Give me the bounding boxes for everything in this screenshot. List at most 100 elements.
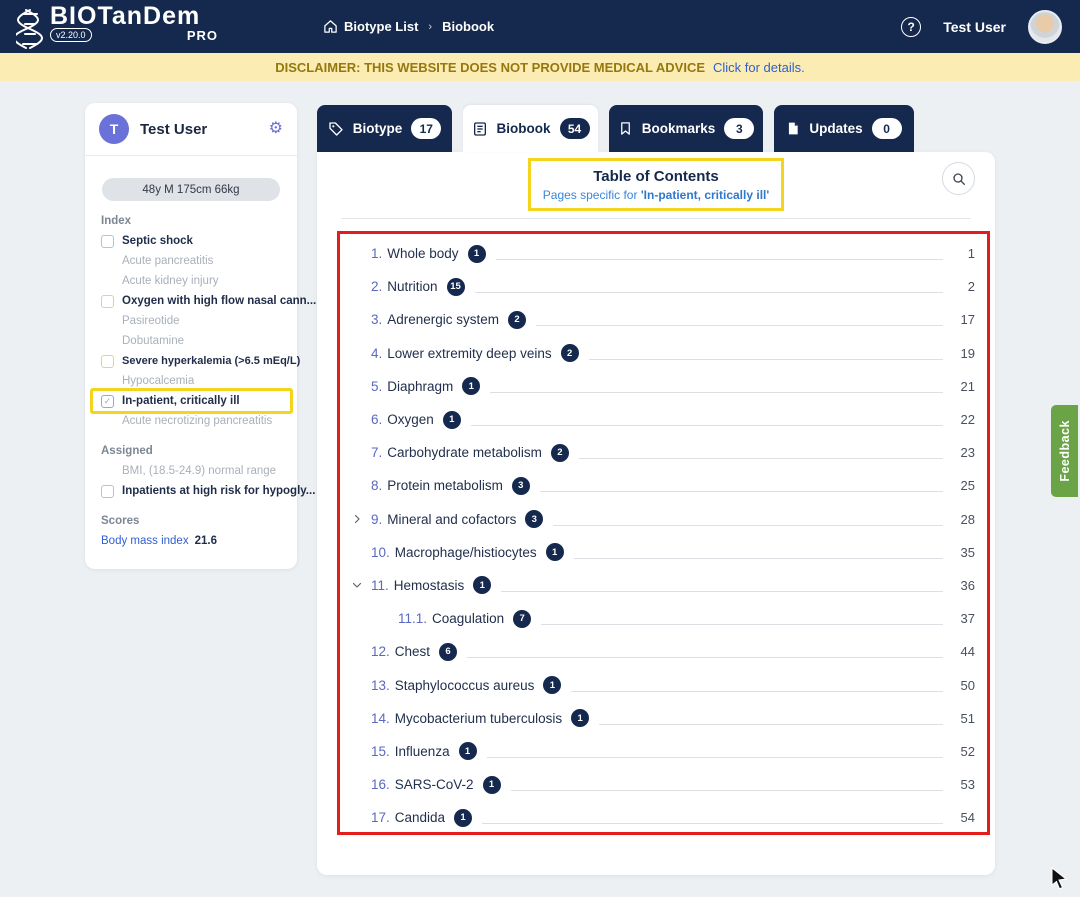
toc-row-carbohydrate-metabolism[interactable]: 7. Carbohydrate metabolism 2 23 (350, 436, 975, 469)
tag-icon (329, 121, 343, 136)
index-section-label: Index (101, 215, 132, 227)
breadcrumb-separator: › (428, 20, 433, 33)
assigned-item-inpatients-hypoglycemia[interactable]: Inpatients at high risk for hypogly... (85, 481, 315, 501)
page-number: 36 (960, 577, 975, 593)
tab-count-badge: 3 (724, 118, 755, 139)
toc-row-influenza[interactable]: 15. Influenza 1 52 (350, 735, 975, 768)
file-icon (789, 122, 799, 135)
toc-row-mineral-and-cofactors[interactable]: 9. Mineral and cofactors 3 28 (350, 503, 975, 536)
count-badge: 2 (508, 310, 527, 329)
brand-name: BIOTanDem (50, 1, 201, 30)
toc-row-coagulation[interactable]: 11.1. Coagulation 7 37 (350, 602, 975, 635)
toc-row-chest[interactable]: 12. Chest 6 44 (350, 635, 975, 668)
sidebar-user-name: Test User (140, 120, 208, 138)
toc-annotation-box: 1. Whole body 1 1 2. Nutrition 15 2 3. A… (337, 231, 990, 835)
toc-row-adrenergic-system[interactable]: 3. Adrenergic system 2 17 (350, 303, 975, 336)
toc-row-nutrition[interactable]: 2. Nutrition 15 2 (350, 270, 975, 303)
help-button[interactable]: ? (901, 16, 922, 37)
index-item-inpatient-critically-ill[interactable]: ✓ In-patient, critically ill (85, 388, 297, 414)
tab-updates[interactable]: Updates 0 (774, 105, 914, 152)
toc-row-mycobacterium-tuberculosis[interactable]: 14. Mycobacterium tuberculosis 1 51 (350, 702, 975, 735)
breadcrumb-current[interactable]: Biobook (442, 19, 494, 34)
patient-summary-pill[interactable]: 48y M 175cm 66kg (102, 178, 280, 201)
disclaimer-details-link[interactable]: Click for details. (713, 60, 805, 75)
dot-leader (578, 458, 943, 460)
index-item-acute-necrotizing-pancreatitis[interactable]: Acute necrotizing pancreatitis (85, 411, 297, 431)
search-button[interactable] (942, 162, 975, 195)
chevron-down-icon[interactable] (351, 579, 363, 591)
checkbox-checked[interactable]: ✓ (101, 394, 114, 408)
dot-leader (553, 524, 943, 526)
index-item-acute-kidney-injury[interactable]: Acute kidney injury (85, 271, 297, 291)
brand-logo[interactable]: BIOTanDem v2.20.0 PRO (16, 1, 218, 50)
chevron-right-icon[interactable] (351, 513, 363, 525)
page-number: 22 (960, 412, 975, 428)
disclaimer-text: DISCLAIMER: THIS WEBSITE DOES NOT PROVID… (275, 59, 705, 75)
checkbox[interactable] (101, 484, 114, 498)
toc-row-diaphragm[interactable]: 5. Diaphragm 1 21 (350, 370, 975, 403)
page-number: 28 (960, 511, 975, 527)
toc-row-sars-cov-2[interactable]: 16. SARS-CoV-2 1 53 (350, 768, 975, 801)
toc-row-macrophage-histiocytes[interactable]: 10. Macrophage/histiocytes 1 35 (350, 536, 975, 569)
tab-bookmarks[interactable]: Bookmarks 3 (609, 105, 763, 152)
index-item-pasireotide[interactable]: Pasireotide (85, 311, 297, 331)
index-item-acute-pancreatitis[interactable]: Acute pancreatitis (85, 251, 297, 271)
page-number: 52 (960, 743, 975, 759)
index-item-oxygen-hfnc[interactable]: Oxygen with high flow nasal cann... (85, 291, 316, 311)
settings-gear-icon[interactable]: ⚙ (269, 121, 283, 137)
count-badge: 7 (513, 609, 532, 628)
page-number: 25 (960, 478, 975, 494)
toc-row-hemostasis[interactable]: 11. Hemostasis 1 36 (350, 569, 975, 602)
toc-row-oxygen[interactable]: 6. Oxygen 1 22 (350, 403, 975, 436)
disclaimer-banner: DISCLAIMER: THIS WEBSITE DOES NOT PROVID… (0, 53, 1080, 81)
index-item-hypocalcemia[interactable]: Hypocalcemia (85, 371, 297, 391)
toc-title: Table of Contents (593, 167, 719, 185)
count-badge: 1 (442, 410, 461, 429)
dot-leader (474, 292, 943, 294)
sidebar-avatar: T (99, 114, 129, 144)
page-number: 54 (960, 810, 975, 826)
tab-count-badge: 54 (559, 118, 590, 139)
dot-leader (495, 259, 943, 261)
tab-biobook[interactable]: Biobook 54 (463, 105, 598, 152)
count-badge: 1 (473, 576, 492, 595)
dot-leader (573, 557, 943, 559)
toc-row-lower-extremity-deep-veins[interactable]: 4. Lower extremity deep veins 2 19 (350, 337, 975, 370)
toc-row-whole-body[interactable]: 1. Whole body 1 1 (350, 237, 975, 270)
page-number: 53 (960, 777, 975, 793)
index-item-dobutamine[interactable]: Dobutamine (85, 331, 297, 351)
toc-row-candida[interactable]: 17. Candida 1 54 (350, 801, 975, 834)
search-icon (952, 172, 965, 185)
dot-leader (467, 657, 943, 659)
checkbox[interactable] (101, 234, 114, 248)
dot-leader (490, 391, 943, 393)
tab-biotype[interactable]: Biotype 17 (317, 105, 452, 152)
top-navbar: BIOTanDem v2.20.0 PRO Biotype List › Bio… (0, 0, 1080, 53)
user-avatar[interactable] (1028, 9, 1062, 44)
dot-leader (501, 590, 943, 592)
page-number: 37 (960, 611, 975, 627)
dot-leader (482, 823, 943, 825)
page-number: 21 (960, 378, 975, 394)
breadcrumb-home-link[interactable]: Biotype List (323, 19, 418, 34)
index-item-severe-hyperkalemia[interactable]: Severe hyperkalemia (>6.5 mEq/L) (85, 351, 300, 371)
navbar-user-name[interactable]: Test User (943, 19, 1006, 35)
count-badge: 1 (462, 377, 481, 396)
score-link[interactable]: Body mass index (101, 535, 189, 547)
count-badge: 6 (439, 642, 458, 661)
brand-edition: PRO (186, 27, 218, 43)
dot-leader (486, 756, 943, 758)
checkbox[interactable] (101, 294, 114, 308)
tab-count-badge: 0 (871, 118, 902, 139)
checkbox[interactable] (101, 354, 114, 368)
count-badge: 2 (560, 344, 579, 363)
feedback-button[interactable]: Feedback (1051, 405, 1078, 497)
assigned-item-bmi[interactable]: BMI, (18.5-24.9) normal range (85, 461, 297, 481)
toc-row-staphylococcus-aureus[interactable]: 13. Staphylococcus aureus 1 50 (350, 668, 975, 701)
page-number: 35 (960, 544, 975, 560)
page-number: 1 (967, 246, 975, 262)
index-item-septic-shock[interactable]: Septic shock (85, 231, 297, 251)
dot-leader (541, 624, 943, 626)
toc-row-protein-metabolism[interactable]: 8. Protein metabolism 3 25 (350, 469, 975, 502)
page-number: 2 (967, 279, 975, 295)
